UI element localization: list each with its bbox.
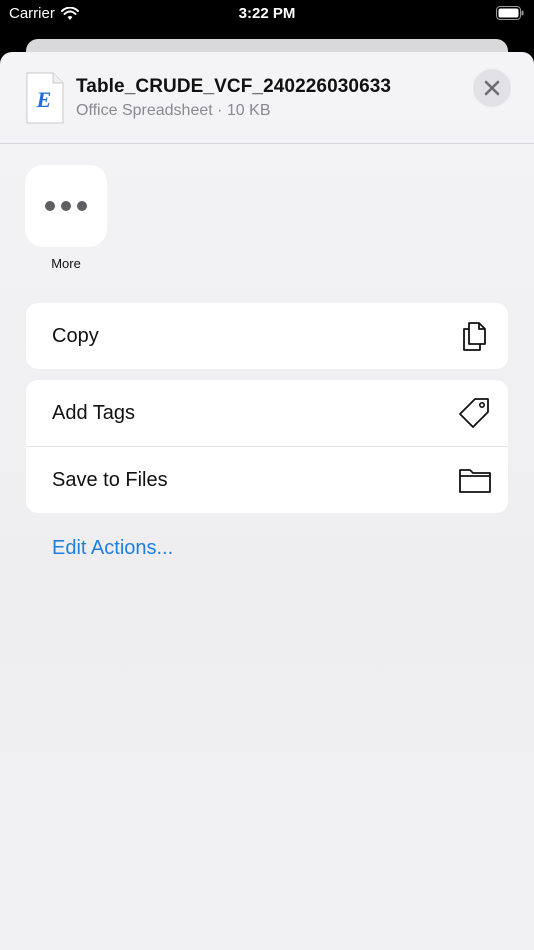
- share-header: E Table_CRUDE_VCF_240226030633 Office Sp…: [0, 52, 534, 144]
- file-icon-letter: E: [36, 87, 52, 112]
- status-time: 3:22 PM: [238, 5, 296, 22]
- close-button[interactable]: [473, 69, 511, 107]
- more-dots-icon: [45, 201, 87, 211]
- more-button[interactable]: [25, 165, 107, 247]
- close-icon: [484, 80, 500, 96]
- edit-actions-link[interactable]: Edit Actions...: [52, 537, 173, 560]
- add-tags-action[interactable]: Add Tags: [26, 380, 508, 446]
- more-label: More: [51, 256, 81, 271]
- file-name: Table_CRUDE_VCF_240226030633: [76, 76, 392, 97]
- share-sheet: E Table_CRUDE_VCF_240226030633 Office Sp…: [0, 52, 534, 950]
- status-bar: Carrier 3:22 PM: [0, 0, 534, 30]
- spreadsheet-file-icon: E: [26, 72, 64, 124]
- action-group-files: Add Tags Save to Files: [26, 380, 508, 513]
- copy-action[interactable]: Copy: [26, 303, 508, 369]
- copy-label: Copy: [52, 324, 99, 347]
- tag-icon: [459, 398, 489, 428]
- add-tags-label: Add Tags: [52, 401, 136, 424]
- folder-icon: [459, 469, 491, 493]
- battery-icon: [496, 6, 524, 20]
- copy-icon: [463, 322, 486, 351]
- action-group-copy: Copy: [26, 303, 508, 369]
- file-meta: Office Spreadsheet · 10 KB: [76, 102, 271, 119]
- save-to-files-action[interactable]: Save to Files: [26, 446, 508, 513]
- save-to-files-label: Save to Files: [52, 468, 168, 491]
